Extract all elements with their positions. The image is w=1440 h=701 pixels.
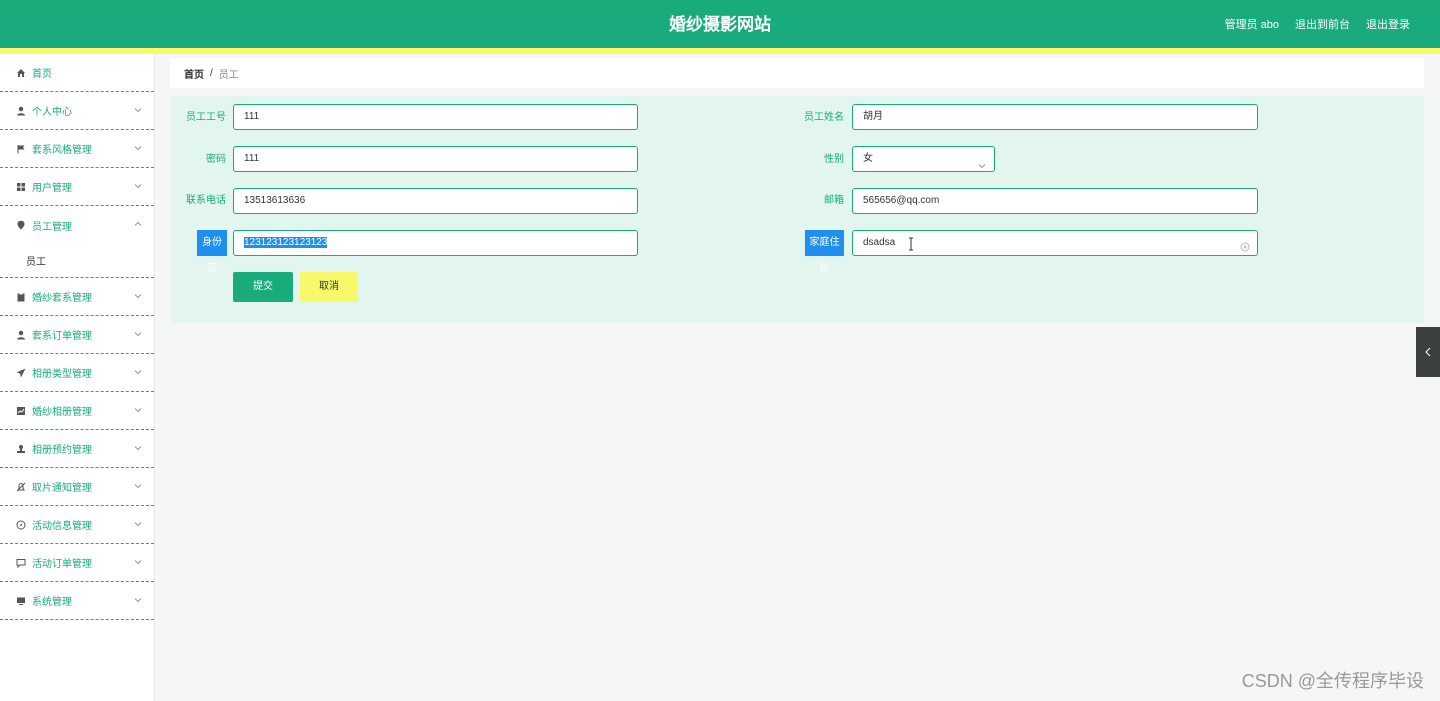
sidebar-item-user-management[interactable]: 用户管理 <box>0 168 154 206</box>
chevron-down-icon <box>134 444 142 451</box>
sidebar: 首页 个人中心 套系风格管理 用户管理 员工管理 员工 婚纱套系管理 套系订单管… <box>0 54 155 701</box>
sidebar-item-label: 相册类型管理 <box>32 369 92 380</box>
breadcrumb-current: 员工 <box>218 69 239 81</box>
phone-label: 联系电话 <box>186 195 226 206</box>
submit-button[interactable]: 提交 <box>233 272 293 302</box>
chevron-down-icon <box>134 596 142 603</box>
stamp-icon <box>16 444 26 454</box>
sidebar-item-label: 取片通知管理 <box>32 483 92 494</box>
current-user-label: 管理员 abo <box>1224 19 1279 31</box>
sidebar-item-photo-pickup[interactable]: 取片通知管理 <box>0 468 154 506</box>
user-icon <box>16 330 26 340</box>
address-field[interactable]: dsadsa <box>852 230 1258 256</box>
breadcrumb-separator: / <box>210 67 213 79</box>
sidebar-item-label: 个人中心 <box>32 107 72 118</box>
employee-form: 员工工号 111 员工姓名 胡月 密码 111 性别 女 联系电话 135136… <box>171 96 1424 323</box>
bell-off-icon <box>16 482 26 492</box>
sidebar-item-employee-management[interactable]: 员工管理 <box>0 206 154 244</box>
watermark: CSDN @全传程序毕设 <box>1241 671 1424 691</box>
sidebar-item-label: 套系风格管理 <box>32 145 92 156</box>
sidebar-item-activity-info[interactable]: 活动信息管理 <box>0 506 154 544</box>
header-accent-bar <box>0 48 1440 54</box>
chevron-down-icon <box>134 330 142 337</box>
address-value: dsadsa <box>863 237 896 248</box>
exit-to-front-link[interactable]: 退出到前台 <box>1295 0 1350 50</box>
chart-icon <box>16 406 26 416</box>
breadcrumb-home[interactable]: 首页 <box>184 66 204 81</box>
chevron-down-icon <box>978 156 986 169</box>
email-label: 邮箱 <box>824 195 844 206</box>
sidebar-item-label: 系统管理 <box>32 597 72 608</box>
password-label: 密码 <box>206 154 226 165</box>
chevron-down-icon <box>134 558 142 565</box>
clipboard-icon <box>16 292 26 302</box>
chevron-up-icon <box>134 220 142 226</box>
id-card-value: 123123123123123 <box>244 237 328 248</box>
address-label: 家庭住址 <box>805 230 844 274</box>
sidebar-item-label: 活动信息管理 <box>32 521 92 532</box>
gender-label: 性别 <box>824 154 844 165</box>
gender-selected-value: 女 <box>863 153 873 164</box>
employee-name-field[interactable]: 胡月 <box>852 104 1258 130</box>
sidebar-item-album-type[interactable]: 相册类型管理 <box>0 354 154 392</box>
id-card-field[interactable]: 123123123123123 <box>233 230 638 256</box>
breadcrumb: 首页 / 员工 <box>170 58 1424 88</box>
chevron-left-icon <box>1425 347 1431 357</box>
panel-toggle-tab[interactable] <box>1416 327 1440 377</box>
sidebar-item-label: 婚纱相册管理 <box>32 407 92 418</box>
email-field[interactable]: 565656@qq.com <box>852 188 1258 214</box>
header-actions: 管理员 abo 退出到前台 退出登录 <box>1225 0 1410 50</box>
chevron-down-icon <box>134 520 142 527</box>
user-icon <box>16 106 26 116</box>
logout-link[interactable]: 退出登录 <box>1366 0 1410 50</box>
chevron-down-icon <box>134 292 142 299</box>
location-icon <box>16 220 26 230</box>
clear-icon[interactable] <box>1240 238 1250 252</box>
sidebar-subitem-employee[interactable]: 员工 <box>0 244 154 278</box>
compass-icon <box>16 520 26 530</box>
chevron-down-icon <box>134 144 142 151</box>
sidebar-item-package-style[interactable]: 套系风格管理 <box>0 130 154 168</box>
sidebar-item-label: 用户管理 <box>32 183 72 194</box>
sidebar-item-label: 首页 <box>32 69 52 80</box>
sidebar-item-system[interactable]: 系统管理 <box>0 582 154 620</box>
grid-icon <box>16 182 26 192</box>
password-field[interactable]: 111 <box>233 146 638 172</box>
sidebar-item-album-booking[interactable]: 相册预约管理 <box>0 430 154 468</box>
employee-no-field[interactable]: 111 <box>233 104 638 130</box>
chat-icon <box>16 558 26 568</box>
chevron-down-icon <box>134 406 142 413</box>
chevron-down-icon <box>134 368 142 375</box>
id-card-label: 身份证 <box>197 230 227 274</box>
chevron-down-icon <box>134 482 142 489</box>
gender-select[interactable]: 女 <box>852 146 995 172</box>
chevron-down-icon <box>134 106 142 113</box>
top-header: 婚纱摄影网站 管理员 abo 退出到前台 退出登录 <box>0 0 1440 48</box>
flag-icon <box>16 144 26 154</box>
sidebar-item-personal-center[interactable]: 个人中心 <box>0 92 154 130</box>
sidebar-item-label: 婚纱套系管理 <box>32 293 92 304</box>
sidebar-item-package-order[interactable]: 套系订单管理 <box>0 316 154 354</box>
chevron-down-icon <box>134 182 142 189</box>
sidebar-item-wedding-package[interactable]: 婚纱套系管理 <box>0 278 154 316</box>
employee-no-label: 员工工号 <box>186 112 226 123</box>
home-icon <box>16 68 26 78</box>
employee-name-label: 员工姓名 <box>804 112 844 123</box>
send-icon <box>16 368 26 378</box>
sidebar-item-label: 活动订单管理 <box>32 559 92 570</box>
sidebar-item-home[interactable]: 首页 <box>0 54 154 92</box>
monitor-icon <box>16 596 26 606</box>
cancel-button[interactable]: 取消 <box>300 272 358 302</box>
sidebar-item-activity-order[interactable]: 活动订单管理 <box>0 544 154 582</box>
text-cursor-icon <box>909 237 913 251</box>
phone-field[interactable]: 13513613636 <box>233 188 638 214</box>
sidebar-item-label: 套系订单管理 <box>32 331 92 342</box>
sidebar-item-label: 员工管理 <box>32 221 72 233</box>
sidebar-item-wedding-album[interactable]: 婚纱相册管理 <box>0 392 154 430</box>
sidebar-item-label: 相册预约管理 <box>32 445 92 456</box>
